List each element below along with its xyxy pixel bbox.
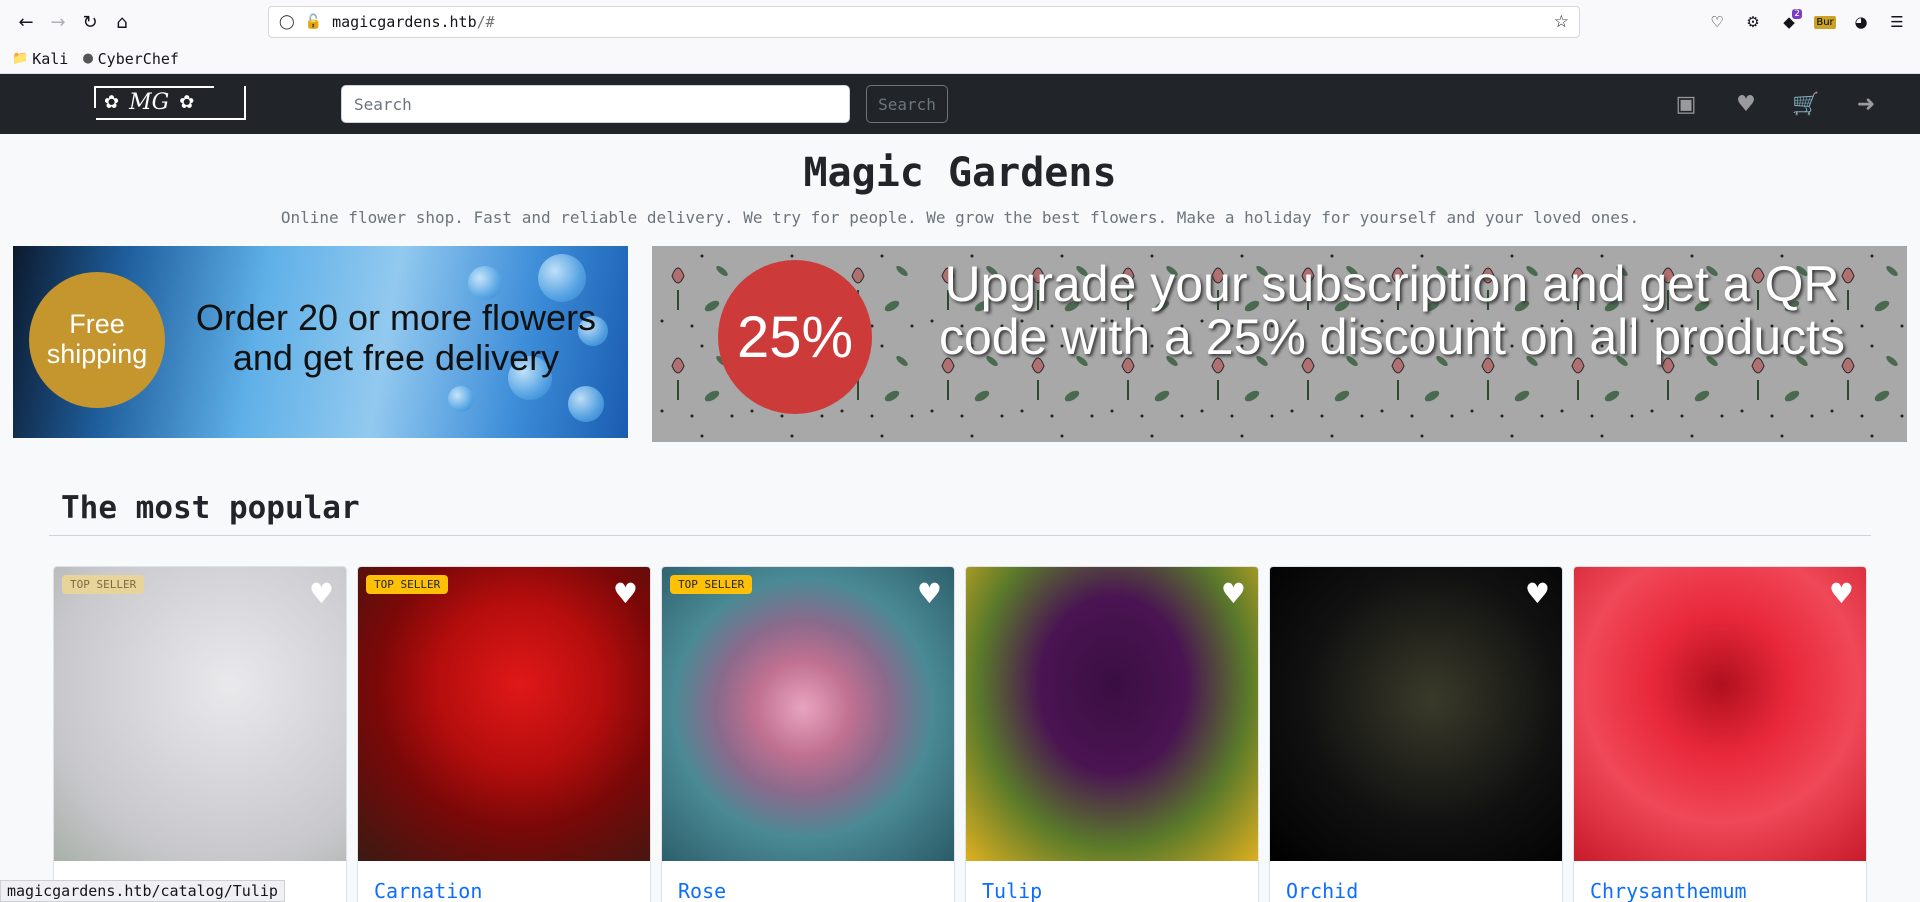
lotus-icon: ✿ xyxy=(179,92,195,113)
product-card-chrysanthemum[interactable]: ♥ Chrysanthemum xyxy=(1573,566,1867,902)
folder-icon: 📁 xyxy=(12,51,29,66)
popular-section-title: The most popular xyxy=(61,490,360,526)
favorite-heart-icon[interactable]: ♥ xyxy=(1221,577,1246,610)
page-subtitle: Online flower shop. Fast and reliable de… xyxy=(280,208,1640,227)
reload-icon[interactable]: ↻ xyxy=(74,6,106,38)
product-name-link[interactable]: Orchid xyxy=(1286,879,1358,902)
free-shipping-banner[interactable]: Free shipping Order 20 or more flowers a… xyxy=(13,246,628,438)
product-card-tulip[interactable]: ♥ Tulip xyxy=(965,566,1259,902)
forward-icon[interactable]: → xyxy=(42,6,74,38)
status-bar-url: magicgardens.htb/catalog/Tulip xyxy=(0,880,285,902)
product-name-link[interactable]: Chrysanthemum xyxy=(1590,879,1747,902)
browser-toolbar: ← → ↻ ⌂ ◯ 🔓 magicgardens.htb/# ☆ ♡ ⚙ ◆ 2 … xyxy=(0,0,1920,44)
product-card-carnation[interactable]: TOP SELLER ♥ Carnation xyxy=(357,566,651,902)
nav-icons: ▣ ♥ 🛒 ➜ xyxy=(1672,88,1880,120)
product-name-link[interactable]: Carnation xyxy=(374,879,482,902)
home-icon[interactable]: ⌂ xyxy=(106,6,138,38)
hat-extension-icon[interactable]: ◕ xyxy=(1846,6,1876,38)
favorite-heart-icon[interactable]: ♥ xyxy=(613,577,638,610)
top-seller-badge: TOP SELLER xyxy=(366,575,449,594)
page-title: Magic Gardens xyxy=(803,150,1117,196)
discount-text: Upgrade your subscription and get a QR c… xyxy=(938,256,1846,365)
logo-text: MG xyxy=(129,90,170,115)
favorite-heart-icon[interactable]: ♥ xyxy=(917,577,942,610)
discount-banner[interactable]: 25% Upgrade your subscription and get a … xyxy=(652,246,1907,442)
shield-icon[interactable]: ◯ xyxy=(279,14,295,30)
chef-icon: ● xyxy=(82,51,94,66)
free-shipping-text: Order 20 or more flowers and get free de… xyxy=(195,297,597,378)
heart-icon[interactable]: ♥ xyxy=(1732,88,1760,120)
favorite-heart-icon[interactable]: ♥ xyxy=(1829,577,1854,610)
bookmark-kali[interactable]: 📁 Kali xyxy=(12,50,68,68)
product-image[interactable]: ♥ xyxy=(1574,567,1866,861)
product-name-link[interactable]: Tulip xyxy=(982,879,1042,902)
login-icon[interactable]: ➜ xyxy=(1852,88,1880,120)
product-card-rose[interactable]: TOP SELLER ♥ Rose xyxy=(661,566,955,902)
url-bar[interactable]: ◯ 🔓 magicgardens.htb/# ☆ xyxy=(268,6,1580,38)
product-card-orchid[interactable]: ♥ Orchid xyxy=(1269,566,1563,902)
menu-icon[interactable]: ☰ xyxy=(1882,6,1912,38)
search-input[interactable] xyxy=(341,85,850,123)
extensions-icon[interactable]: ⚙ xyxy=(1738,6,1768,38)
bookmark-star-icon[interactable]: ☆ xyxy=(1554,12,1569,32)
product-name-link[interactable]: Rose xyxy=(678,879,726,902)
pocket-icon[interactable]: ♡ xyxy=(1702,6,1732,38)
product-image[interactable]: ♥ xyxy=(966,567,1258,861)
product-card-snowdrop[interactable]: TOP SELLER ♥ xyxy=(53,566,347,902)
discount-badge: 25% xyxy=(718,260,872,414)
top-seller-badge: TOP SELLER xyxy=(670,575,753,594)
url-host: magicgardens.htb xyxy=(332,13,477,31)
url-path: /# xyxy=(476,13,495,31)
burp-extension-icon[interactable]: Bur xyxy=(1810,6,1840,38)
product-cards: TOP SELLER ♥ TOP SELLER ♥ Carnation TOP … xyxy=(53,566,1867,902)
insecure-lock-icon[interactable]: 🔓 xyxy=(305,14,322,30)
back-icon[interactable]: ← xyxy=(10,6,42,38)
top-seller-badge: TOP SELLER xyxy=(62,575,145,594)
site-logo[interactable]: ✿ MG ✿ xyxy=(94,86,246,120)
product-image[interactable]: TOP SELLER ♥ xyxy=(54,567,346,861)
bookmarks-bar: 📁 Kali ● CyberChef xyxy=(0,44,1920,74)
product-image[interactable]: TOP SELLER ♥ xyxy=(358,567,650,861)
site-navbar: ✿ MG ✿ Search ▣ ♥ 🛒 ➜ xyxy=(0,74,1920,134)
bookmark-cyberchef[interactable]: ● CyberChef xyxy=(82,50,179,68)
favorite-heart-icon[interactable]: ♥ xyxy=(1525,577,1550,610)
cart-icon[interactable]: 🛒 xyxy=(1792,88,1820,120)
search-button[interactable]: Search xyxy=(866,85,948,123)
bag-icon[interactable]: ▣ xyxy=(1672,88,1700,120)
product-image[interactable]: TOP SELLER ♥ xyxy=(662,567,954,861)
browser-tools: ♡ ⚙ ◆ 2 Bur ◕ ☰ xyxy=(1702,6,1912,38)
lotus-icon: ✿ xyxy=(104,92,120,113)
extension-purple-icon[interactable]: ◆ 2 xyxy=(1774,6,1804,38)
free-shipping-badge: Free shipping xyxy=(29,272,165,408)
favorite-heart-icon[interactable]: ♥ xyxy=(309,577,334,610)
extension-badge: 2 xyxy=(1792,9,1802,19)
section-divider xyxy=(49,535,1871,536)
product-image[interactable]: ♥ xyxy=(1270,567,1562,861)
